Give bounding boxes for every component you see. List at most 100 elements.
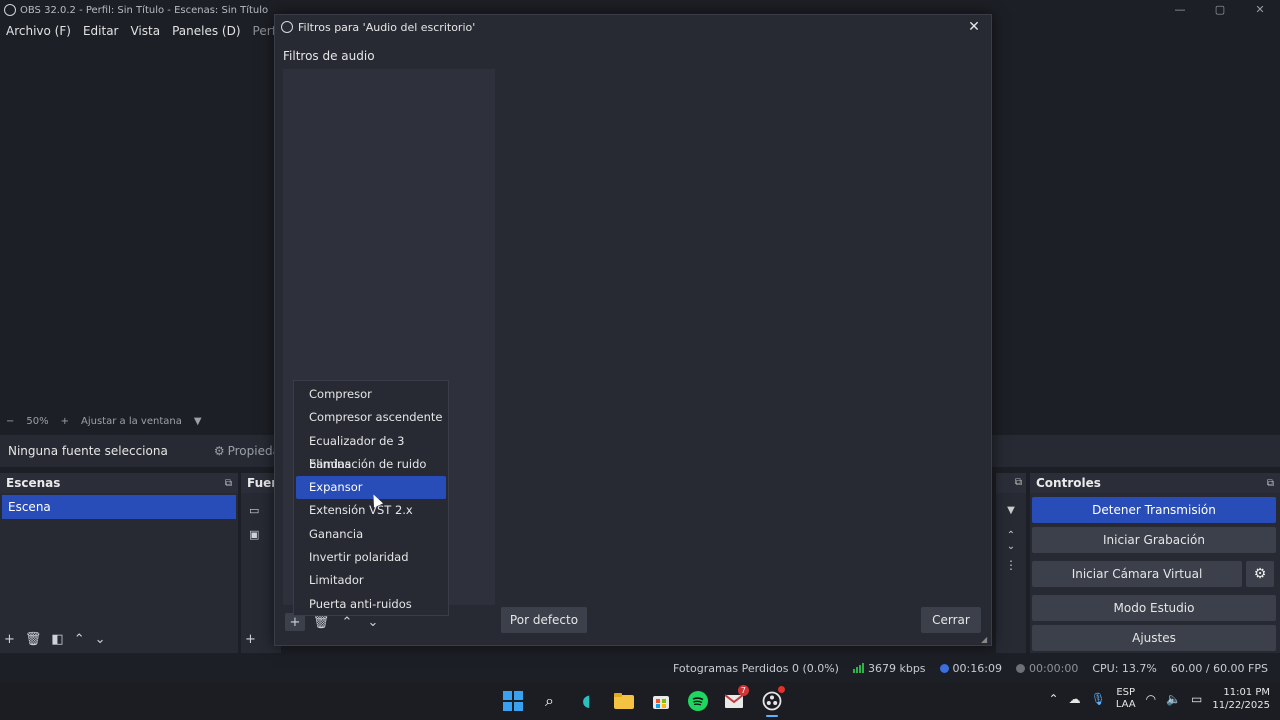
defaults-button[interactable]: Por defecto bbox=[501, 607, 587, 633]
scenes-dock-title: Escenas bbox=[6, 476, 61, 490]
zoom-out-button[interactable]: − bbox=[0, 416, 20, 427]
notification-badge: 7 bbox=[737, 685, 749, 696]
add-scene-icon[interactable]: + bbox=[4, 632, 15, 647]
close-button[interactable]: Cerrar bbox=[921, 607, 981, 633]
zoom-bar: − 50% + Ajustar a la ventana ▼ bbox=[0, 413, 208, 429]
virtual-camera-settings-gear-icon[interactable]: ⚙ bbox=[1246, 561, 1274, 587]
recording-dot-icon bbox=[778, 686, 785, 693]
search-icon[interactable]: ⌕ bbox=[537, 688, 562, 713]
clock-date: 11/22/2025 bbox=[1212, 700, 1270, 711]
controls-dock-title: Controles bbox=[1036, 476, 1101, 490]
zoom-in-button[interactable]: + bbox=[55, 416, 75, 427]
obs-logo-icon bbox=[4, 4, 16, 16]
system-tray: ⌃ ☁ 🎙 ESP LAA ◠ 🔈 ▭ 11:01 PM 11/22/2025 bbox=[1049, 686, 1270, 712]
fit-window-button[interactable]: Ajustar a la ventana bbox=[75, 416, 188, 427]
controls-dock: Controles ⧉ Detener Transmisión Iniciar … bbox=[1030, 473, 1280, 653]
wifi-icon[interactable]: ◠ bbox=[1146, 692, 1156, 706]
menu-item-eliminacion-ruido[interactable]: Eliminación de ruido bbox=[296, 453, 446, 476]
language-layout: LAA bbox=[1115, 699, 1136, 710]
fps-indicator: 60.00 / 60.00 FPS bbox=[1170, 661, 1268, 675]
file-explorer-icon[interactable] bbox=[611, 688, 636, 713]
close-icon[interactable]: ✕ bbox=[1240, 0, 1280, 20]
clock-time: 11:01 PM bbox=[1223, 687, 1270, 698]
undock-icon[interactable]: ⧉ bbox=[996, 473, 1026, 493]
filter-icon[interactable]: ◧ bbox=[51, 632, 63, 647]
language-indicator[interactable]: ESP LAA bbox=[1116, 687, 1136, 711]
menu-bar: Archivo (F) Editar Vista Paneles (D) Per… bbox=[0, 21, 316, 41]
menu-editar[interactable]: Editar bbox=[77, 24, 125, 38]
bitrate-value: 3679 kbps bbox=[867, 661, 926, 675]
volume-icon[interactable]: 🔈 bbox=[1166, 692, 1181, 706]
menu-item-ganancia[interactable]: Ganancia bbox=[296, 523, 446, 546]
scene-item[interactable]: Escena bbox=[2, 495, 236, 519]
stream-timer: 00:16:09 bbox=[939, 661, 1002, 675]
dropped-frames: Fotogramas Perdidos 0 (0.0%) bbox=[673, 661, 839, 675]
menu-item-invertir-polaridad[interactable]: Invertir polaridad bbox=[296, 546, 446, 569]
trash-icon[interactable]: 🗑 bbox=[25, 632, 42, 647]
windows-start-icon[interactable] bbox=[500, 688, 525, 713]
minimize-icon[interactable]: — bbox=[1160, 0, 1200, 20]
spotify-icon[interactable] bbox=[685, 688, 710, 713]
menu-paneles[interactable]: Paneles (D) bbox=[166, 24, 246, 38]
menu-item-limitador[interactable]: Limitador bbox=[296, 569, 446, 592]
microphone-icon[interactable]: 🎙 bbox=[1091, 692, 1106, 706]
streaming-icon bbox=[939, 663, 949, 673]
gear-icon: ⚙ bbox=[213, 444, 225, 458]
undock-icon[interactable]: ⧉ bbox=[1267, 478, 1274, 489]
more-options-icon[interactable]: ⋮ bbox=[996, 558, 1026, 572]
menu-vista[interactable]: Vista bbox=[124, 24, 166, 38]
mixer-dock: ⧉ ▼ ⌃ ⌄ ⋮ bbox=[996, 473, 1026, 653]
start-recording-button[interactable]: Iniciar Grabación bbox=[1032, 527, 1276, 553]
maximize-icon[interactable]: ▢ bbox=[1200, 0, 1240, 20]
recording-icon bbox=[1015, 663, 1025, 673]
taskbar-apps: ⌕ ◖ 7 bbox=[500, 685, 785, 717]
menu-item-puerta-anti-ruidos[interactable]: Puerta anti-ruidos bbox=[296, 593, 446, 616]
recording-timer: 00:00:00 bbox=[1015, 661, 1079, 675]
add-source-icon[interactable]: + bbox=[245, 632, 256, 647]
clock[interactable]: 11:01 PM 11/22/2025 bbox=[1212, 686, 1270, 712]
menu-archivo[interactable]: Archivo (F) bbox=[0, 24, 77, 38]
close-icon[interactable]: ✕ bbox=[965, 19, 983, 35]
store-icon[interactable] bbox=[648, 688, 673, 713]
chevron-down-icon[interactable]: ▼ bbox=[996, 505, 1026, 516]
chevron-down-icon[interactable]: ▼ bbox=[188, 416, 208, 427]
chevron-up-icon[interactable]: ⌃ bbox=[1049, 692, 1059, 706]
mail-icon[interactable]: 7 bbox=[722, 685, 749, 713]
studio-mode-button[interactable]: Modo Estudio bbox=[1032, 595, 1276, 621]
no-source-selected-label: Ninguna fuente selecciona bbox=[8, 444, 168, 458]
start-virtual-camera-button[interactable]: Iniciar Cámara Virtual bbox=[1032, 561, 1242, 587]
undock-icon[interactable]: ⧉ bbox=[225, 478, 232, 489]
resize-grip-icon[interactable]: ◢ bbox=[981, 635, 989, 644]
move-down-icon[interactable]: ⌄ bbox=[95, 632, 106, 647]
scenes-toolbar: + 🗑 ◧ ⌃ ⌄ bbox=[4, 632, 106, 647]
audio-filters-label: Filtros de audio bbox=[283, 49, 375, 63]
menu-item-compresor-ascendente[interactable]: Compresor ascendente bbox=[296, 406, 446, 429]
sources-toolbar: + bbox=[245, 632, 256, 647]
stop-stream-button[interactable]: Detener Transmisión bbox=[1032, 497, 1276, 523]
status-bar: Fotogramas Perdidos 0 (0.0%) 3679 kbps 0… bbox=[0, 656, 1280, 680]
rec-time: 00:00:00 bbox=[1028, 661, 1079, 675]
stream-time: 00:16:09 bbox=[952, 661, 1002, 675]
battery-icon[interactable]: ▭ bbox=[1191, 692, 1202, 706]
dialog-title: Filtros para 'Audio del escritorio' bbox=[298, 20, 476, 34]
chevron-up-icon[interactable]: ⌃ bbox=[996, 530, 1026, 541]
cloud-off-icon[interactable]: ☁ bbox=[1069, 692, 1081, 706]
controls-dock-header: Controles ⧉ bbox=[1030, 473, 1280, 493]
filter-properties-panel bbox=[501, 69, 985, 605]
dialog-titlebar: Filtros para 'Audio del escritorio' bbox=[275, 15, 991, 39]
chevron-down-icon[interactable]: ⌄ bbox=[996, 541, 1026, 552]
obs-logo-icon bbox=[281, 21, 293, 33]
window-controls: — ▢ ✕ bbox=[1160, 0, 1280, 20]
menu-item-ecualizador-3-bandas[interactable]: Ecualizador de 3 bandas bbox=[296, 430, 446, 471]
scenes-dock-header: Escenas ⧉ bbox=[0, 473, 238, 493]
bitrate-indicator: 3679 kbps bbox=[852, 661, 926, 675]
move-up-icon[interactable]: ⌃ bbox=[74, 632, 85, 647]
zoom-level: 50% bbox=[26, 415, 49, 427]
language-code: ESP bbox=[1116, 687, 1136, 698]
menu-item-compresor[interactable]: Compresor bbox=[296, 383, 446, 406]
window-title: OBS 32.0.2 - Perfil: Sin Título - Escena… bbox=[20, 4, 269, 16]
obs-taskbar-icon[interactable] bbox=[759, 686, 785, 717]
settings-button[interactable]: Ajustes bbox=[1032, 625, 1276, 651]
signal-bars-icon bbox=[852, 663, 864, 673]
copilot-icon[interactable]: ◖ bbox=[574, 688, 599, 713]
